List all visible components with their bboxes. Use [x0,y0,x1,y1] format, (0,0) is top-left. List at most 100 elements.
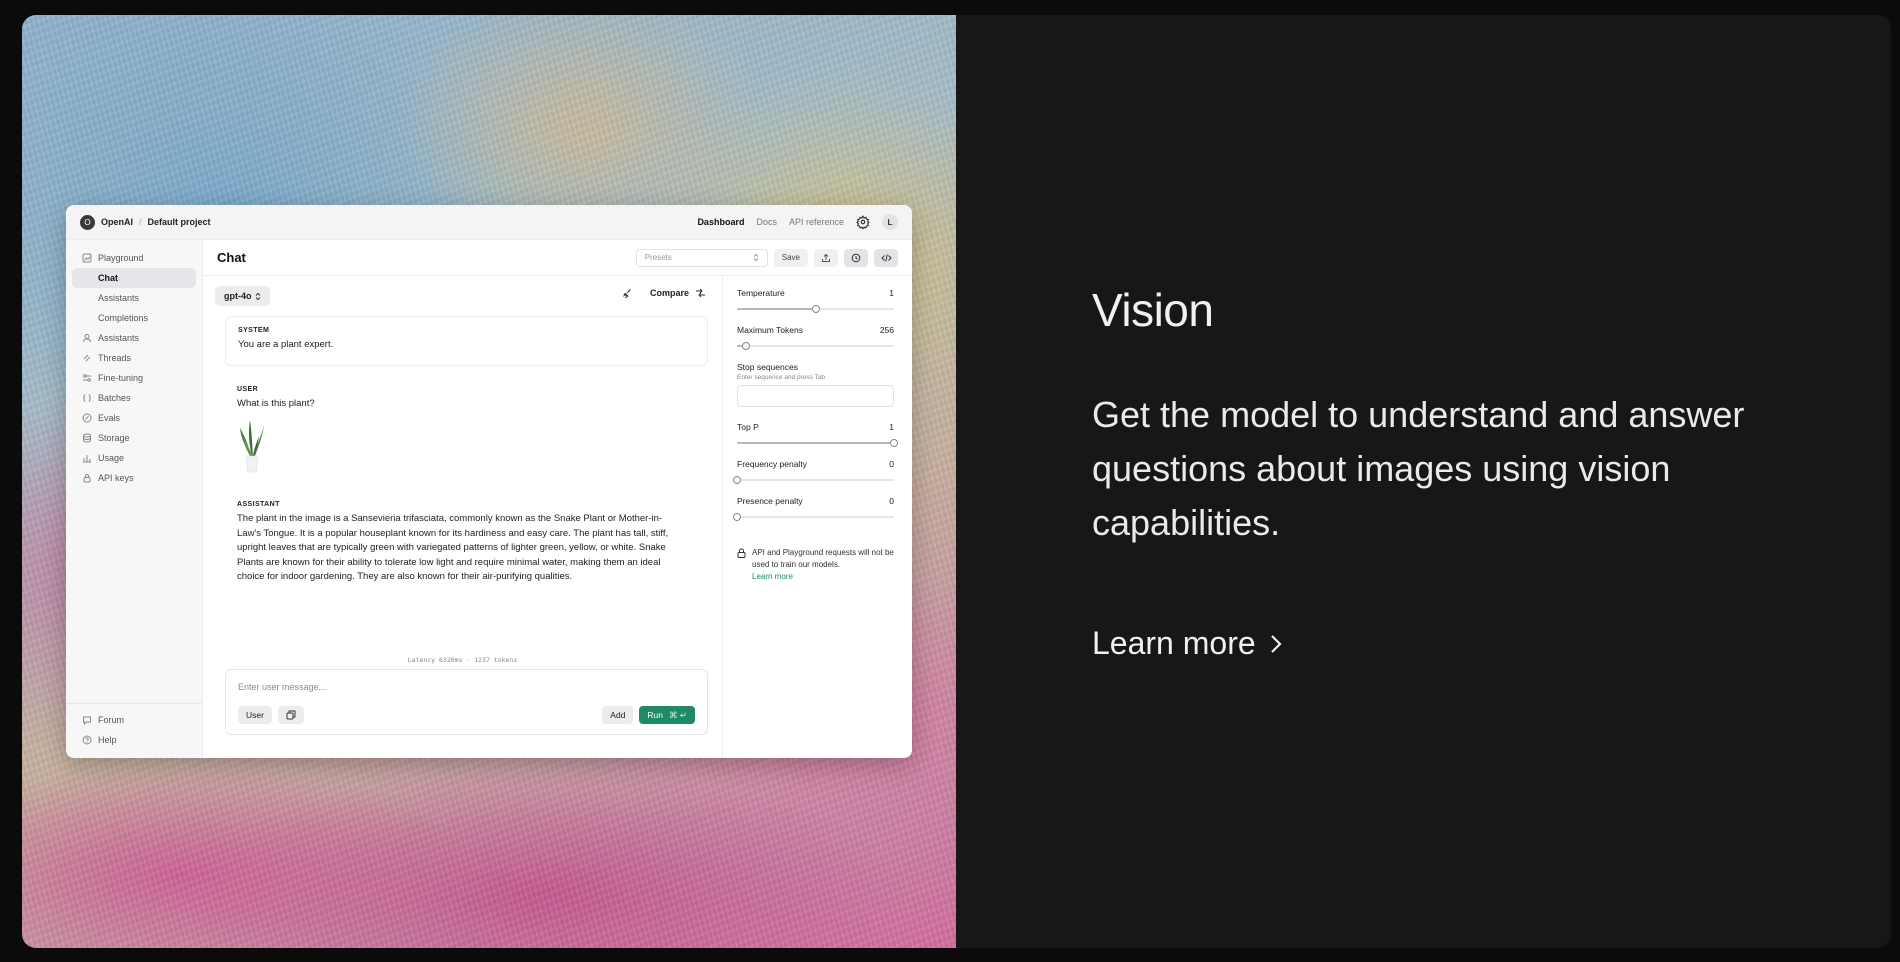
sidebar-item-label: Fine-tuning [98,373,144,383]
learn-more-link[interactable]: Learn more [1092,625,1286,662]
user-message[interactable]: USER What is this plant? [237,386,677,476]
composer-input[interactable]: Enter user message... [238,682,326,692]
code-button[interactable] [874,248,898,267]
share-button[interactable] [814,248,838,267]
slider-handle[interactable] [742,342,751,350]
assistant-message-text[interactable]: The plant in the image is a Sansevieria … [237,512,677,585]
temperature-value[interactable]: 1 [889,288,894,298]
latency-info: Latency 6320ms · 1237 tokens [407,656,518,664]
user-role-label: USER [237,386,259,393]
history-button[interactable] [844,248,868,267]
stop-sequences-param: Stop sequences Enter sequence and press … [737,362,894,422]
assistant-message[interactable]: ASSISTANT The plant in the image is a Sa… [237,501,677,585]
sidebar-item-label: Assistants [98,333,140,343]
assistant-role-label: ASSISTANT [237,501,280,508]
sidebar-item-label: Completions [98,313,149,323]
sidebar-item-label: Forum [98,715,125,725]
top-nav: Dashboard Docs API reference L [697,214,898,230]
frequency-penalty-slider[interactable] [733,476,894,484]
sidebar-item-assistants-sub[interactable]: Assistants [66,288,202,308]
message-composer[interactable]: Enter user message... User Add Run ⌘ ↵ [225,669,708,735]
sidebar-item-label: Assistants [98,293,140,303]
presence-penalty-slider[interactable] [733,513,894,521]
nav-dashboard[interactable]: Dashboard [697,217,744,227]
sidebar-item-label: Playground [98,253,144,263]
clear-broom-icon[interactable] [622,288,632,298]
slider-handle[interactable] [890,439,898,447]
frequency-penalty-label: Frequency penalty [737,459,807,469]
top-p-slider[interactable] [737,439,898,447]
sidebar-item-usage[interactable]: Usage [66,448,202,468]
sidebar-item-forum[interactable]: Forum [66,710,202,730]
frequency-penalty-value[interactable]: 0 [889,459,894,469]
save-button[interactable]: Save [773,248,808,267]
top-p-param: Top P 1 [737,422,898,459]
add-message-button[interactable]: Add [602,706,634,724]
notice-learn-more-link[interactable]: Learn more [752,572,793,581]
sidebar-item-label: API keys [98,473,134,483]
top-p-value[interactable]: 1 [889,422,894,432]
temperature-label: Temperature [737,288,785,298]
org-avatar[interactable]: O [80,214,95,230]
notice-text: API and Playground requests will not be … [752,548,894,569]
sidebar-item-label: Chat [98,273,118,283]
system-message[interactable]: SYSTEM You are a plant expert. [225,316,708,366]
stop-sequences-hint: Enter sequence and press Tab [737,374,826,381]
project-name[interactable]: Default project [148,217,211,227]
sidebar-item-threads[interactable]: Threads [66,348,202,368]
sidebar-item-evals[interactable]: Evals [66,408,202,428]
history-icon [851,253,861,262]
nav-docs[interactable]: Docs [756,217,777,227]
system-message-text[interactable]: You are a plant expert. [238,338,695,353]
org-name[interactable]: OpenAI [101,217,133,227]
temperature-slider[interactable] [737,305,894,313]
gear-icon[interactable] [856,215,870,229]
bar-chart-icon [82,453,92,463]
sidebar-item-batches[interactable]: Batches [66,388,202,408]
role-toggle-button[interactable]: User [238,706,272,724]
evals-icon [82,413,92,423]
sidebar-item-label: Threads [98,353,132,363]
stop-sequences-label: Stop sequences [737,362,798,372]
assistant-icon [82,333,92,343]
sidebar-item-label: Help [98,735,117,745]
slider-handle[interactable] [733,513,741,521]
user-avatar[interactable]: L [882,214,898,230]
sliders-icon [82,373,92,383]
sidebar-item-completions[interactable]: Completions [66,308,202,328]
sidebar-item-playground[interactable]: Playground [66,248,202,268]
presets-select[interactable]: Presets [635,248,768,267]
sidebar-item-fine-tuning[interactable]: Fine-tuning [66,368,202,388]
snake-plant-image[interactable] [237,416,267,474]
sidebar-item-storage[interactable]: Storage [66,428,202,448]
top-p-label: Top P [737,422,759,432]
page-header: Chat Presets Save [203,240,912,276]
help-icon [82,735,92,745]
max-tokens-label: Maximum Tokens [737,325,803,335]
slider-handle[interactable] [733,476,741,484]
sidebar-item-help[interactable]: Help [66,730,202,750]
max-tokens-slider[interactable] [737,342,894,350]
lock-icon [82,473,92,483]
presets-placeholder: Presets [644,253,672,262]
breadcrumb-separator: / [139,217,142,227]
stop-sequences-input[interactable] [737,385,894,407]
compare-button[interactable]: Compare [650,288,706,298]
attach-image-button[interactable] [277,706,304,724]
slider-handle[interactable] [811,305,820,313]
playground-window: O OpenAI / Default project Dashboard Doc… [66,205,912,758]
batches-icon [82,393,92,403]
sidebar-item-api-keys[interactable]: API keys [66,468,202,488]
sidebar-item-label: Batches [98,393,131,403]
max-tokens-value[interactable]: 256 [880,325,894,335]
run-button[interactable]: Run ⌘ ↵ [639,706,695,724]
sidebar-item-assistants[interactable]: Assistants [66,328,202,348]
code-icon [880,253,892,262]
model-select[interactable]: gpt-4o [215,286,270,306]
image-attach-icon [286,710,296,720]
sidebar-item-chat[interactable]: Chat [72,268,196,288]
nav-api-reference[interactable]: API reference [789,217,844,227]
user-message-text[interactable]: What is this plant? [237,397,677,412]
presence-penalty-value[interactable]: 0 [889,496,894,506]
compare-icon [696,288,705,298]
